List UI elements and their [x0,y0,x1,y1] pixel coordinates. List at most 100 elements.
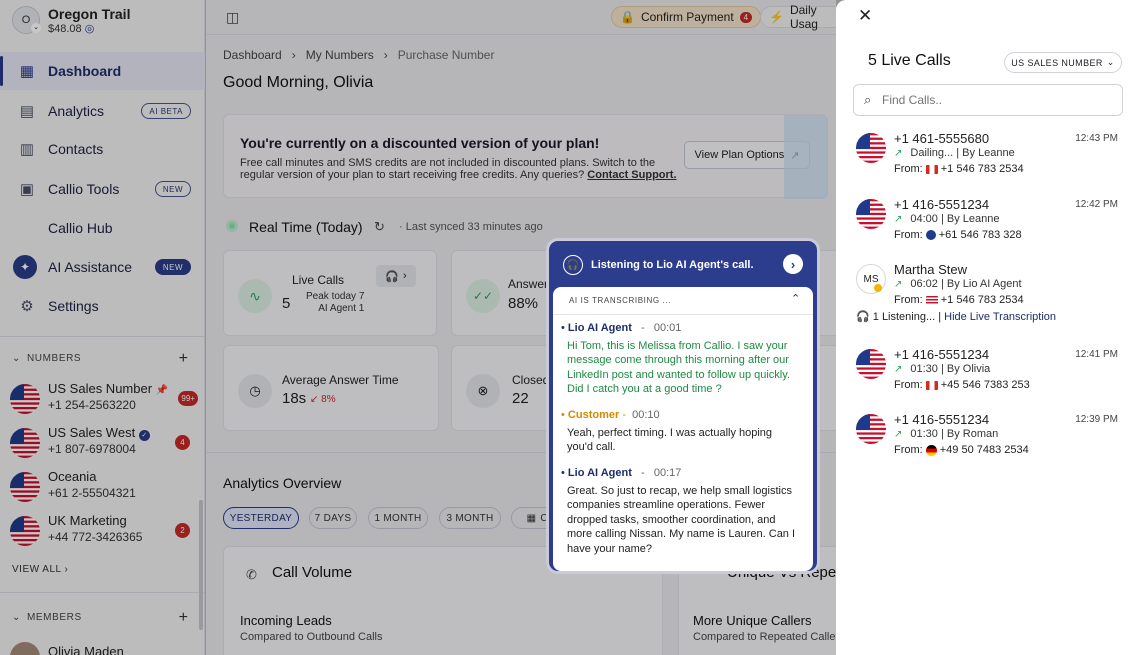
search-icon: ⌕ [864,92,872,107]
outgoing-arrow-icon: ↗ [894,279,903,290]
settings-icon: ⚙ [20,298,34,315]
number-item-us-sales-west[interactable]: US Sales West ✓ +1 807-6978004 4 [10,422,200,466]
stat-label: Average Answer Time [282,373,399,387]
find-calls-field[interactable]: ⌕ [853,84,1123,116]
daily-usage-button[interactable]: ⚡ Daily Usag [760,3,840,31]
call-from: From: +45 546 7383 253 [894,379,1030,391]
popup-header: 🎧 Listening to Lio AI Agent's call. › [549,241,817,287]
nav-ai-assistance[interactable]: ✦ AI Assistance NEW [0,248,205,286]
stat-value: 22 [512,390,529,407]
live-call-item[interactable]: +1 416-5551234 12:42 PM ↗ 04:00 | By Lean… [856,197,1126,257]
verified-icon: ✓ [138,430,150,441]
members-section-toggle[interactable]: ⌄ MEMBERS [12,612,82,623]
tab-1-month[interactable]: 1 MONTH [368,507,428,529]
divider [206,34,836,35]
nav-settings[interactable]: ⚙ Settings [0,287,205,325]
sidebar: O ⌄ Oregon Trail $48.08 ◎ ▦ Dashboard ▤ … [0,0,205,655]
stat-label: Answer [508,277,549,291]
chart-subtitle: Compared to Outbound Calls [240,631,383,643]
chevron-down-icon: ⌄ [1106,57,1115,67]
call-from: From: +1 546 783 2534 [894,163,1024,175]
realtime-title: Real Time (Today) [249,219,363,235]
tab-3-month[interactable]: 3 MONTH [439,507,501,529]
listen-button[interactable]: 🎧 › [376,265,416,287]
nav-label: Settings [48,298,99,314]
call-status: ↗ 01:30 | By Olivia [894,363,991,375]
chart-subtitle: Compared to Repeated Calle [693,631,836,643]
ai-icon: ✦ [13,255,37,279]
chevron-down-icon[interactable]: ⌄ [31,23,41,33]
unread-count-badge: 4 [175,435,190,450]
nav-label: Analytics [48,103,105,119]
tab-7-days[interactable]: 7 DAYS [309,507,357,529]
numbers-section-toggle[interactable]: ⌄ NUMBERS [12,353,81,364]
confirm-payment-button[interactable]: 🔒 Confirm Payment 4 [611,6,762,28]
refresh-icon[interactable]: ↻ [374,219,385,235]
nav-callio-tools[interactable]: ▣ Callio Tools NEW [0,170,205,208]
divider [0,592,205,593]
sidebar-scrollbar[interactable] [199,500,203,630]
divider [0,336,205,337]
dashboard-icon: ▦ [19,63,35,80]
account-name[interactable]: Oregon Trail [48,6,130,22]
banner-graphic [784,115,828,199]
breadcrumb-item[interactable]: Dashboard [223,48,282,62]
live-call-item[interactable]: MS Martha Stew ↗ 06:02 | By Lio AI Agent … [856,262,1126,328]
transcribing-status-bar[interactable]: AI IS TRANSCRIBING ... ⌃ [553,287,813,315]
call-status: ↗ 01:30 | By Roman [894,428,999,440]
us-flag-icon [10,428,40,458]
transcript-line: • Lio AI Agent - 00:01 Hi Tom, this is M… [561,322,790,395]
number-item-uk-marketing[interactable]: UK Marketing +44 772-3426365 2 [10,510,200,554]
number-phone: +1 254-2563220 [48,398,136,412]
collapse-sidebar-icon[interactable]: ◫ [226,9,239,26]
last-synced: · Last synced 33 minutes ago [399,221,543,233]
number-item-us-sales[interactable]: US Sales Number 📌 +1 254-2563220 99+ [10,378,200,422]
breadcrumb: Dashboard › My Numbers › Purchase Number [223,48,495,62]
us-flag-icon [925,295,938,305]
call-name: Martha Stew [894,262,967,277]
number-item-oceania[interactable]: Oceania +61 2-55504321 [10,466,200,510]
tab-yesterday[interactable]: YESTERDAY [223,507,299,529]
nav-callio-hub[interactable]: Callio Hub [0,209,205,247]
search-input[interactable] [882,91,1112,109]
add-number-button[interactable]: + [179,350,188,368]
headphones-icon: 🎧 [385,270,400,283]
outgoing-arrow-icon: ↗ [894,214,903,225]
nav-dashboard[interactable]: ▦ Dashboard [0,52,205,90]
us-flag-icon [856,349,886,379]
us-flag-icon [856,133,886,163]
ai-beta-badge: AI BETA [141,103,191,119]
number-filter-select[interactable]: US SALES NUMBER ⌄ [1004,52,1122,73]
breadcrumb-item[interactable]: My Numbers [306,48,374,62]
live-call-item[interactable]: +1 416-5551234 12:41 PM ↗ 01:30 | By Oliv… [856,347,1126,407]
card-title: Call Volume [272,564,353,581]
chevron-up-icon[interactable]: ⌃ [791,292,800,305]
transcript-line: • Lio AI Agent - 00:17 Great. So just to… [561,467,796,555]
nav-analytics[interactable]: ▤ Analytics AI BETA [0,92,205,130]
hide-live-transcription-link[interactable]: Hide Live Transcription [944,311,1056,323]
number-name: US Sales West ✓ [48,425,150,441]
chevron-down-icon: ⌄ [12,353,21,364]
call-status: ↗ 06:02 | By Lio AI Agent [894,278,1022,290]
avg-answer-time-card[interactable]: ◷ Average Answer Time 18s ↙ 8% [223,345,439,431]
call-status: ↗ Dailing... | By Leanne [894,147,1015,159]
contact-support-link[interactable]: Contact Support. [587,169,676,181]
confirm-count-badge: 4 [739,11,753,23]
live-calls-card[interactable]: ∿ Live Calls 5 Peak today 7 AI Agent 1 🎧 › [223,250,437,336]
call-phone: +1 416-5551234 [894,412,990,427]
number-phone: +61 2-55504321 [48,486,136,500]
member-name[interactable]: Olivia Maden [48,644,124,655]
banner-title: You're currently on a discounted version… [240,135,600,151]
avatar [10,642,40,655]
close-icon[interactable]: ✕ [858,6,872,26]
live-call-item[interactable]: +1 416-5551234 12:39 PM ↗ 01:30 | By Roma… [856,412,1126,472]
view-all-link[interactable]: VIEW ALL › [12,564,68,575]
lock-icon: 🔒 [620,10,635,24]
live-call-item[interactable]: +1 461-5555680 12:43 PM ↗ Dailing... | By… [856,131,1126,191]
chevron-right-icon[interactable]: › [783,254,803,274]
add-member-button[interactable]: + [179,609,188,627]
chevron-right-icon: › [64,564,69,575]
nav-contacts[interactable]: ▥ Contacts [0,130,205,168]
pin-icon: 📌 [155,385,169,396]
outgoing-arrow-icon: ↗ [894,429,903,440]
